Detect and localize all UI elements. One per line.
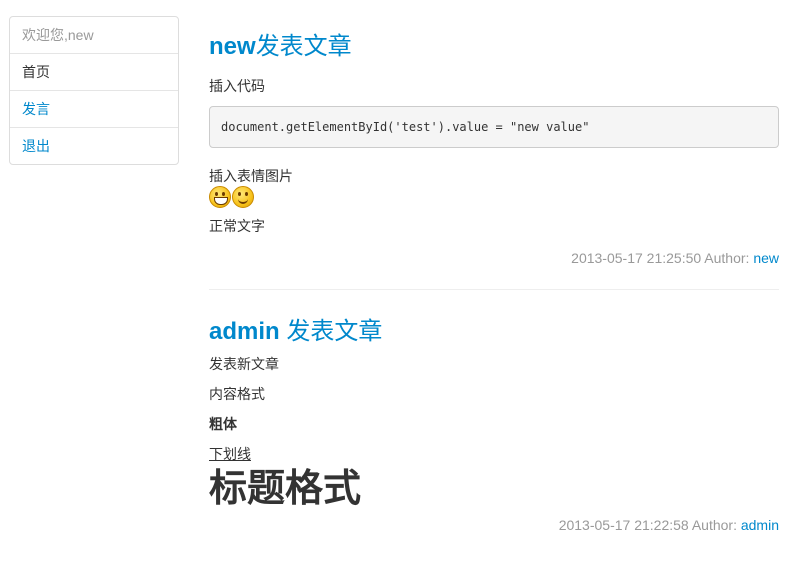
sidebar-item-home[interactable]: 首页 [10,53,178,90]
post-title: admin 发表文章 [209,313,779,349]
post-title-author: new [209,33,256,60]
post-title: new发表文章 [209,28,779,64]
post-line: 插入表情图片 [209,168,293,184]
grin-emoji-icon [209,186,231,208]
author-link[interactable]: new [753,250,779,266]
content-heading: 标题格式 [209,465,362,510]
post-meta: 2013-05-17 21:25:50 Author: new [209,248,779,268]
post-timestamp: 2013-05-17 21:25:50 Author: [571,250,750,266]
post-line: 发表新文章 [209,356,279,372]
post-line: 内容格式 [209,386,265,402]
post: new发表文章 插入代码 document.getElementById('te… [209,28,779,290]
post-line: 正常文字 [209,218,265,234]
post-title-author: admin [209,318,280,345]
post-meta: 2013-05-17 21:22:58 Author: admin [209,515,779,535]
smile-emoji-icon [232,186,254,208]
post-title-suffix: 发表文章 [255,32,352,60]
author-link[interactable]: admin [741,517,779,533]
welcome-message: 欢迎您,new [22,27,94,43]
post-timestamp: 2013-05-17 21:22:58 Author: [558,517,737,533]
post-line: 插入代码 [209,78,265,94]
bold-text: 粗体 [209,416,237,432]
sidebar-item-logout[interactable]: 退出 [10,127,178,164]
sidebar-nav: 欢迎您,new 首页 发言 退出 [9,16,179,165]
post-title-suffix: 发表文章 [286,317,383,345]
sidebar-item-post[interactable]: 发言 [10,90,178,127]
post: admin 发表文章 发表新文章 内容格式 粗体 下划线 标题格式 2013-0… [209,290,779,535]
code-block: document.getElementById('test').value = … [209,106,779,148]
post-list: new发表文章 插入代码 document.getElementById('te… [209,28,779,535]
underline-text: 下划线 [209,446,251,462]
emoji-row [209,186,779,208]
